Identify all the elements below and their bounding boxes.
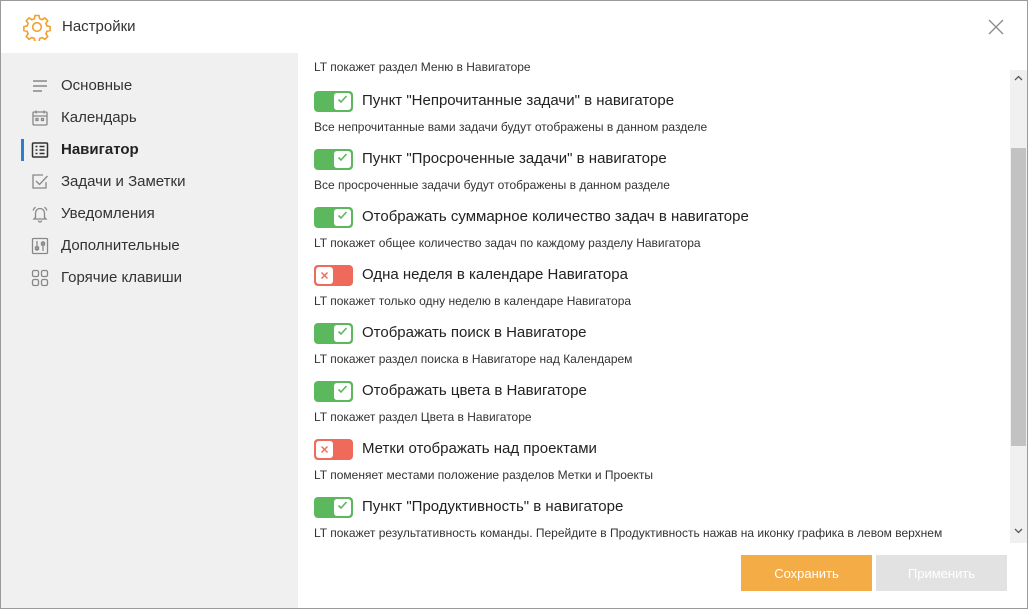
- scrollbar-thumb[interactable]: [1011, 148, 1026, 446]
- sidebar-item-hotkeys[interactable]: Горячие клавиши: [21, 263, 298, 293]
- sidebar-item-label: Горячие клавиши: [61, 269, 183, 286]
- bell-icon: [32, 206, 48, 223]
- settings-window: Настройки Основные Календарь Навигатор З…: [0, 0, 1028, 609]
- setting-title: Пункт "Непрочитанные задачи" в навигатор…: [362, 92, 675, 109]
- navigator-icon: [31, 142, 49, 158]
- setting-title: Одна неделя в календаре Навигатора: [362, 266, 628, 283]
- sidebar-item-label: Календарь: [61, 109, 137, 126]
- footer: Сохранить Применить: [298, 543, 1027, 608]
- setting-title: Пункт "Продуктивность" в навигаторе: [362, 498, 624, 515]
- toggle-switch[interactable]: [314, 91, 353, 112]
- setting-title: Пункт "Просроченные задачи" в навигаторе: [362, 150, 667, 167]
- check-icon: [337, 501, 348, 510]
- settings-content: LT покажет раздел Меню в Навигаторе Пунк…: [298, 53, 1010, 543]
- toggle-switch[interactable]: [314, 149, 353, 170]
- toggle-switch[interactable]: [314, 497, 353, 518]
- toggle-switch[interactable]: [314, 323, 353, 344]
- active-indicator: [21, 203, 24, 225]
- checkbox-icon: [32, 174, 48, 189]
- save-button[interactable]: Сохранить: [741, 555, 872, 591]
- sidebar-item-label: Навигатор: [61, 141, 139, 158]
- sliders-icon: [31, 237, 49, 255]
- active-indicator: [21, 139, 24, 161]
- sidebar-item-general[interactable]: Основные: [21, 71, 298, 101]
- scroll-down-arrow-icon[interactable]: [1010, 522, 1027, 539]
- sidebar-item-label: Уведомления: [61, 205, 155, 222]
- hotkeys-icon: [31, 269, 49, 287]
- close-icon[interactable]: [987, 18, 1005, 36]
- check-icon: [337, 327, 348, 336]
- x-icon: [321, 272, 328, 279]
- sidebar-item-tasks-notes[interactable]: Задачи и Заметки: [21, 167, 298, 197]
- setting-title: Отображать поиск в Навигаторе: [362, 324, 587, 341]
- setting-title: Отображать цвета в Навигаторе: [362, 382, 587, 399]
- calendar-icon: [32, 110, 48, 126]
- apply-button[interactable]: Применить: [876, 555, 1007, 591]
- active-indicator: [21, 267, 24, 289]
- active-indicator: [21, 171, 24, 193]
- active-indicator: [21, 75, 24, 97]
- window-title: Настройки: [62, 18, 136, 35]
- setting-description: LT покажет результативность команды. Пер…: [314, 526, 943, 540]
- setting-description-partial: LT покажет раздел Меню в Навигаторе: [314, 60, 531, 74]
- setting-description: LT поменяет местами положение разделов М…: [314, 468, 654, 482]
- check-icon: [337, 153, 348, 162]
- check-icon: [337, 211, 348, 220]
- sidebar-item-additional[interactable]: Дополнительные: [21, 231, 298, 261]
- setting-title: Метки отображать над проектами: [362, 440, 597, 457]
- setting-description: LT покажет общее количество задач по каж…: [314, 236, 701, 250]
- setting-description: Все непрочитанные вами задачи будут отоб…: [314, 120, 708, 134]
- sidebar: Основные Календарь Навигатор Задачи и За…: [1, 53, 298, 608]
- setting-description: LT покажет раздел поиска в Навигаторе на…: [314, 352, 633, 366]
- vertical-scrollbar[interactable]: [1010, 70, 1027, 543]
- sidebar-item-label: Задачи и Заметки: [61, 173, 186, 190]
- lines-icon: [33, 80, 47, 92]
- toggle-switch[interactable]: [314, 439, 353, 460]
- sidebar-item-calendar[interactable]: Календарь: [21, 103, 298, 133]
- active-indicator: [21, 235, 24, 257]
- active-indicator: [21, 107, 24, 129]
- sidebar-item-label: Основные: [61, 77, 133, 94]
- setting-description: Все просроченные задачи будут отображены…: [314, 178, 670, 192]
- toggle-switch[interactable]: [314, 265, 353, 286]
- sidebar-item-label: Дополнительные: [61, 237, 180, 254]
- check-icon: [337, 385, 348, 394]
- setting-description: LT покажет раздел Цвета в Навигаторе: [314, 410, 532, 424]
- toggle-switch[interactable]: [314, 207, 353, 228]
- gear-icon: [23, 14, 51, 41]
- toggle-switch[interactable]: [314, 381, 353, 402]
- sidebar-item-notifications[interactable]: Уведомления: [21, 199, 298, 229]
- setting-title: Отображать суммарное количество задач в …: [362, 208, 749, 225]
- x-icon: [321, 446, 328, 453]
- check-icon: [337, 95, 348, 104]
- scroll-up-arrow-icon[interactable]: [1010, 70, 1027, 87]
- sidebar-item-navigator[interactable]: Навигатор: [21, 135, 298, 165]
- title-bar: Настройки: [1, 1, 1027, 53]
- setting-description: LT покажет только одну неделю в календар…: [314, 294, 632, 308]
